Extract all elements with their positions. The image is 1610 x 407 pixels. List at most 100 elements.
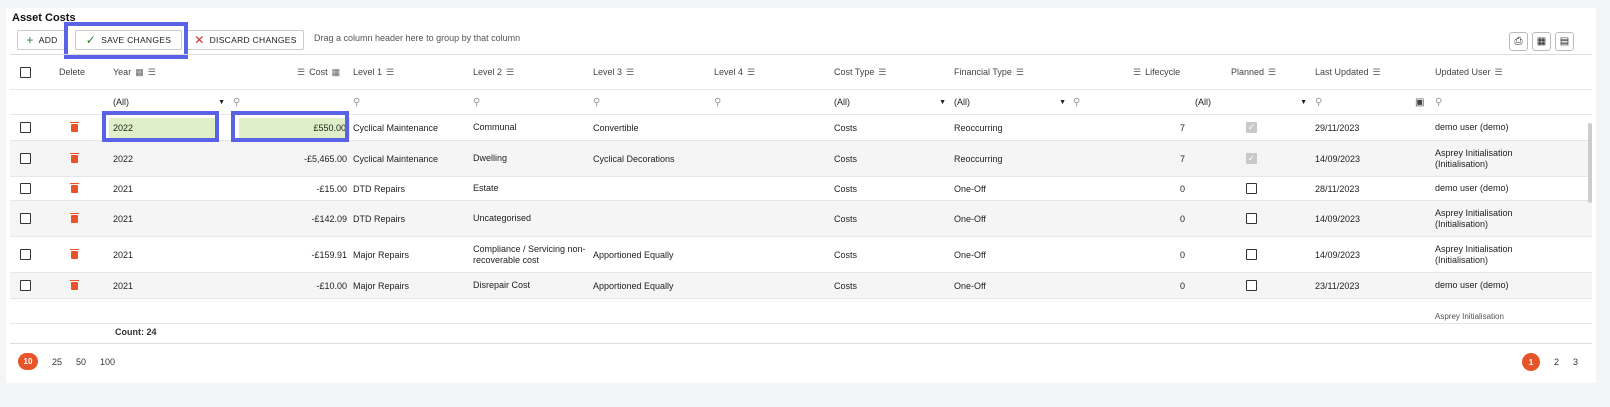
cell-level2[interactable]: Estate [473, 177, 588, 200]
cell-cost[interactable]: £550.00 [239, 118, 350, 138]
cell-user[interactable]: demo user (demo) [1435, 273, 1545, 298]
cell-level2[interactable]: Dwelling [473, 141, 588, 176]
cell-lifecycle[interactable]: 0 [1090, 273, 1185, 298]
cell-last-updated[interactable]: 14/09/2023 [1315, 201, 1360, 236]
cell-cost-type[interactable]: Costs [834, 201, 857, 236]
col-lifecycle[interactable]: ☰ Lifecycle [1133, 55, 1180, 89]
filter-icon[interactable]: ☰ [878, 67, 886, 78]
filter-icon[interactable]: ☰ [1016, 67, 1024, 78]
cell-level2[interactable]: Disrepair Cost [473, 273, 588, 298]
filter-icon[interactable]: ☰ [1373, 67, 1381, 78]
cell-cost[interactable]: -£5,465.00 [233, 141, 347, 176]
cell-level1[interactable]: Major Repairs [353, 273, 409, 298]
cell-cost[interactable]: -£15.00 [233, 177, 347, 200]
filter-icon[interactable]: ☰ [1495, 67, 1503, 78]
page-size-option[interactable]: 50 [76, 357, 86, 367]
trash-icon[interactable] [70, 182, 79, 193]
table-row[interactable]: 2021 -£142.09 DTD Repairs Uncategorised Cost… [10, 201, 1592, 237]
col-cost[interactable]: ☰ Cost ▦ [293, 55, 340, 89]
calendar-icon[interactable]: ▣ [1415, 90, 1424, 114]
filter-icon[interactable]: ☰ [1268, 67, 1276, 78]
col-level3[interactable]: Level 3 ☰ [593, 55, 634, 89]
cell-level3[interactable]: Apportioned Equally [593, 237, 674, 272]
search-icon[interactable]: ⚲ [593, 90, 600, 114]
page-number[interactable]: 2 [1554, 357, 1559, 367]
cell-level1[interactable]: Cyclical Maintenance [353, 115, 438, 140]
cell-user[interactable]: Asprey Initialisation (Initialisation) [1435, 237, 1545, 272]
financial-type-filter-select[interactable]: (All) ▼ [954, 90, 1066, 114]
row-checkbox[interactable] [20, 183, 31, 194]
trash-icon[interactable] [70, 248, 79, 259]
page-number[interactable]: 1 [1521, 353, 1540, 371]
cell-level2[interactable]: Communal [473, 115, 588, 140]
cell-level1[interactable]: Major Repairs [353, 237, 409, 272]
cell-level3[interactable]: Cyclical Decorations [593, 141, 675, 176]
page-size-option[interactable]: 25 [52, 357, 62, 367]
cell-level3[interactable]: Convertible [593, 115, 639, 140]
cell-year[interactable]: 2021 [113, 177, 133, 200]
cell-level3[interactable]: Apportioned Equally [593, 273, 674, 298]
cell-last-updated[interactable]: 14/09/2023 [1315, 141, 1360, 176]
cell-financial-type[interactable]: One-Off [954, 273, 986, 298]
calendar-icon[interactable]: ▦ [135, 67, 144, 78]
col-level4[interactable]: Level 4 ☰ [714, 55, 755, 89]
col-year[interactable]: Year ▦ ☰ [113, 55, 156, 89]
cell-year[interactable]: 2022 [109, 118, 219, 138]
col-last-updated[interactable]: Last Updated ☰ [1315, 55, 1381, 89]
planned-checkbox[interactable]: ✓ [1246, 122, 1257, 133]
row-checkbox[interactable] [20, 213, 31, 224]
cell-year[interactable]: 2021 [113, 201, 133, 236]
cell-lifecycle[interactable]: 0 [1090, 177, 1185, 200]
excel-export-icon[interactable]: ▦ [1532, 32, 1551, 51]
select-all-checkbox[interactable] [20, 66, 31, 78]
filter-icon[interactable]: ☰ [506, 67, 514, 78]
cell-cost-type[interactable]: Costs [834, 273, 857, 298]
planned-checkbox[interactable] [1246, 213, 1257, 224]
filter-icon[interactable]: ☰ [386, 67, 394, 78]
filter-icon[interactable]: ☰ [626, 67, 634, 78]
cell-year[interactable]: 2021 [113, 237, 133, 272]
filter-icon[interactable]: ☰ [297, 67, 305, 78]
cell-level1[interactable]: Cyclical Maintenance [353, 141, 438, 176]
save-changes-button[interactable]: ✓ SAVE CHANGES [75, 30, 182, 50]
cell-year[interactable]: 2021 [113, 273, 133, 298]
filter-icon[interactable]: ☰ [1133, 67, 1141, 78]
col-financial-type[interactable]: Financial Type ☰ [954, 55, 1024, 89]
table-row[interactable]: 2022 -£5,465.00 Cyclical Maintenance Dwelli… [10, 141, 1592, 177]
row-checkbox[interactable] [20, 122, 31, 133]
cell-level1[interactable]: DTD Repairs [353, 177, 405, 200]
cell-cost[interactable]: -£142.09 [233, 201, 347, 236]
cell-user[interactable]: demo user (demo) [1435, 115, 1545, 140]
cell-financial-type[interactable]: Reoccurring [954, 115, 1003, 140]
cell-user[interactable]: Asprey Initialisation (Initialisation) [1435, 141, 1545, 176]
cell-cost-type[interactable]: Costs [834, 237, 857, 272]
cell-financial-type[interactable]: One-Off [954, 237, 986, 272]
discard-changes-button[interactable]: ✕ DISCARD CHANGES [187, 30, 304, 50]
calculator-icon[interactable]: ▦ [332, 67, 341, 78]
cell-level1[interactable]: DTD Repairs [353, 201, 405, 236]
planned-checkbox[interactable] [1246, 249, 1257, 260]
cell-user[interactable]: Asprey Initialisation (Initialisation) [1435, 201, 1545, 236]
col-delete[interactable]: Delete [59, 55, 85, 89]
col-planned[interactable]: Planned ☰ [1231, 55, 1276, 89]
cell-cost-type[interactable]: Costs [834, 177, 857, 200]
cell-financial-type[interactable]: One-Off [954, 177, 986, 200]
cost-type-filter-select[interactable]: (All) ▼ [834, 90, 946, 114]
print-icon[interactable]: ⎙ [1509, 32, 1528, 51]
filter-icon[interactable]: ☰ [148, 67, 156, 78]
cell-lifecycle[interactable]: 7 [1090, 115, 1185, 140]
cell-financial-type[interactable]: Reoccurring [954, 141, 1003, 176]
cell-level2[interactable]: Uncategorised [473, 201, 588, 236]
filter-icon[interactable]: ☰ [747, 67, 755, 78]
search-icon[interactable]: ⚲ [714, 90, 721, 114]
search-icon[interactable]: ⚲ [473, 90, 480, 114]
search-icon[interactable]: ⚲ [353, 90, 360, 114]
cell-level2[interactable]: Compliance / Servicing non-recoverable c… [473, 237, 588, 272]
search-icon[interactable]: ⚲ [1073, 90, 1080, 114]
trash-icon[interactable] [70, 279, 79, 290]
cell-year[interactable]: 2022 [113, 141, 133, 176]
cell-lifecycle[interactable]: 0 [1090, 201, 1185, 236]
page-number[interactable]: 3 [1573, 357, 1578, 367]
trash-icon[interactable] [70, 152, 79, 163]
cell-last-updated[interactable]: 23/11/2023 [1315, 273, 1359, 298]
